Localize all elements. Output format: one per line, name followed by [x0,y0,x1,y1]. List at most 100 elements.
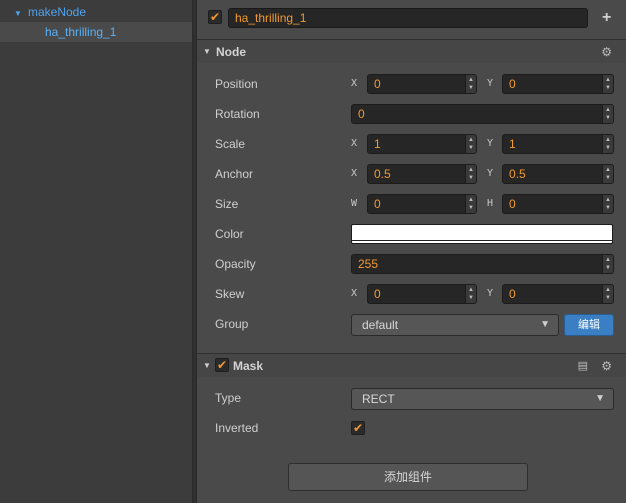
axis-label: X [351,138,358,149]
node-name-input[interactable]: ha_thrilling_1 [228,8,588,28]
add-icon[interactable]: + [602,8,616,28]
spin-down-icon[interactable]: ▼ [468,145,474,151]
axis-label: Y [487,78,494,89]
section-title: Node [216,45,246,59]
spin-up-icon[interactable]: ▲ [468,77,474,83]
spin-up-icon[interactable]: ▲ [468,197,474,203]
anchor-y-input[interactable]: 0.5 ▲ ▼ [502,164,614,184]
size-h-input[interactable]: 0 ▲ ▼ [502,194,614,214]
add-component-button[interactable]: 添加组件 [288,463,528,491]
document-icon[interactable]: ▤ [578,354,588,378]
dropdown-arrow-icon: ▼ [540,319,550,330]
rotation-input[interactable]: 0 ▲ ▼ [351,104,614,124]
hierarchy-panel: ▼ makeNode ha_thrilling_1 [0,0,192,503]
inspector-panel: ✔ ha_thrilling_1 + ▼ Node ⚙ Position X 0… [197,0,626,503]
node-active-checkbox[interactable]: ✔ [208,10,222,24]
mask-enabled-checkbox[interactable]: ✔ [215,358,229,372]
spinner[interactable]: ▲ ▼ [465,285,476,303]
spinner[interactable]: ▲ ▼ [602,255,613,273]
edit-group-button[interactable]: 编辑 [564,314,614,336]
axis-label: X [351,288,358,299]
spin-up-icon[interactable]: ▲ [468,167,474,173]
expand-arrow-icon[interactable]: ▼ [14,4,28,24]
select-value: default [362,318,399,332]
axis-label: Y [487,168,494,179]
spin-up-icon[interactable]: ▲ [468,287,474,293]
tree-item-makenode[interactable]: ▼ makeNode [0,2,192,22]
spin-down-icon[interactable]: ▼ [605,145,611,151]
spinner[interactable]: ▲ ▼ [602,75,613,93]
scale-y-input[interactable]: 1 ▲ ▼ [502,134,614,154]
axis-label: H [487,198,494,209]
rotation-label: Rotation [215,107,260,121]
mask-section-header[interactable]: ▼ ✔ Mask ▤ ⚙ [197,353,626,377]
spinner[interactable]: ▲ ▼ [602,135,613,153]
spin-up-icon[interactable]: ▲ [605,107,611,113]
inverted-checkbox[interactable]: ✔ [351,421,365,435]
spin-up-icon[interactable]: ▲ [605,167,611,173]
scale-x-input[interactable]: 1 ▲ ▼ [367,134,477,154]
position-x-input[interactable]: 0 ▲ ▼ [367,74,477,94]
skew-label: Skew [215,287,245,301]
input-value: 1 [509,137,516,151]
spin-down-icon[interactable]: ▼ [605,295,611,301]
node-section-header[interactable]: ▼ Node ⚙ [197,39,626,63]
color-picker-swatch[interactable] [351,224,613,244]
input-value: 0 [374,77,381,91]
gear-icon[interactable]: ⚙ [601,354,612,378]
collapse-arrow-icon[interactable]: ▼ [203,354,211,378]
skew-x-input[interactable]: 0 ▲ ▼ [367,284,477,304]
size-w-input[interactable]: 0 ▲ ▼ [367,194,477,214]
spin-up-icon[interactable]: ▲ [605,197,611,203]
spinner[interactable]: ▲ ▼ [602,105,613,123]
spin-down-icon[interactable]: ▼ [605,175,611,181]
spinner[interactable]: ▲ ▼ [465,195,476,213]
spinner[interactable]: ▲ ▼ [465,165,476,183]
axis-label: Y [487,138,494,149]
spin-down-icon[interactable]: ▼ [605,265,611,271]
spin-up-icon[interactable]: ▲ [605,287,611,293]
input-value: 0 [509,77,516,91]
axis-label: Y [487,288,494,299]
gear-icon[interactable]: ⚙ [601,40,612,64]
spin-up-icon[interactable]: ▲ [605,257,611,263]
input-value: 255 [358,257,379,271]
input-value: 1 [374,137,381,151]
spin-up-icon[interactable]: ▲ [468,137,474,143]
spin-down-icon[interactable]: ▼ [468,295,474,301]
position-y-input[interactable]: 0 ▲ ▼ [502,74,614,94]
spin-down-icon[interactable]: ▼ [468,175,474,181]
anchor-label: Anchor [215,167,254,181]
opacity-label: Opacity [215,257,256,271]
spin-down-icon[interactable]: ▼ [605,85,611,91]
spinner[interactable]: ▲ ▼ [602,165,613,183]
tree-item-label: ha_thrilling_1 [45,25,117,39]
position-label: Position [215,77,258,91]
select-value: RECT [362,392,395,406]
color-label: Color [215,227,244,241]
size-label: Size [215,197,239,211]
tree-item-ha-thrilling-1[interactable]: ha_thrilling_1 [0,22,192,42]
input-value: 0 [374,197,381,211]
type-label: Type [215,391,242,405]
spin-down-icon[interactable]: ▼ [468,85,474,91]
mask-type-select[interactable]: RECT ▼ [351,388,614,410]
collapse-arrow-icon[interactable]: ▼ [203,40,211,64]
anchor-x-input[interactable]: 0.5 ▲ ▼ [367,164,477,184]
spin-down-icon[interactable]: ▼ [605,115,611,121]
spin-up-icon[interactable]: ▲ [605,77,611,83]
input-value: 0.5 [374,167,391,181]
opacity-input[interactable]: 255 ▲ ▼ [351,254,614,274]
group-select[interactable]: default ▼ [351,314,559,336]
spin-down-icon[interactable]: ▼ [468,205,474,211]
spin-up-icon[interactable]: ▲ [605,137,611,143]
spin-down-icon[interactable]: ▼ [605,205,611,211]
spinner[interactable]: ▲ ▼ [465,135,476,153]
checkmark-icon: ✔ [352,421,364,435]
skew-y-input[interactable]: 0 ▲ ▼ [502,284,614,304]
group-label: Group [215,317,249,331]
spinner[interactable]: ▲ ▼ [465,75,476,93]
spinner[interactable]: ▲ ▼ [602,195,613,213]
section-title: Mask [233,359,264,373]
spinner[interactable]: ▲ ▼ [602,285,613,303]
